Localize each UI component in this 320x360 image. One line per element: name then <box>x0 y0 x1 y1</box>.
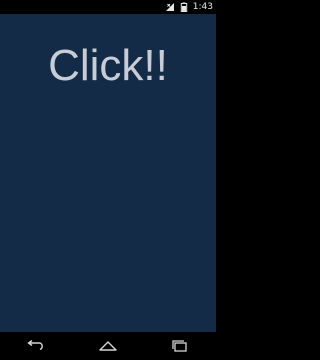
status-indicators: 1:43 <box>165 0 213 14</box>
recents-icon <box>172 340 187 352</box>
back-icon <box>27 340 43 351</box>
status-time: 1:43 <box>192 2 213 12</box>
battery-icon <box>180 2 187 12</box>
click-label[interactable]: Click!! <box>0 40 216 92</box>
recents-button[interactable] <box>156 332 204 360</box>
content-area[interactable]: Click!! <box>0 14 216 332</box>
home-icon <box>99 341 117 351</box>
signal-icon <box>165 3 174 11</box>
app-screen: 1:43 Click!! <box>0 0 216 360</box>
home-button[interactable] <box>84 332 132 360</box>
status-bar: 1:43 <box>0 0 216 14</box>
navigation-bar <box>0 332 216 360</box>
back-button[interactable] <box>12 332 60 360</box>
